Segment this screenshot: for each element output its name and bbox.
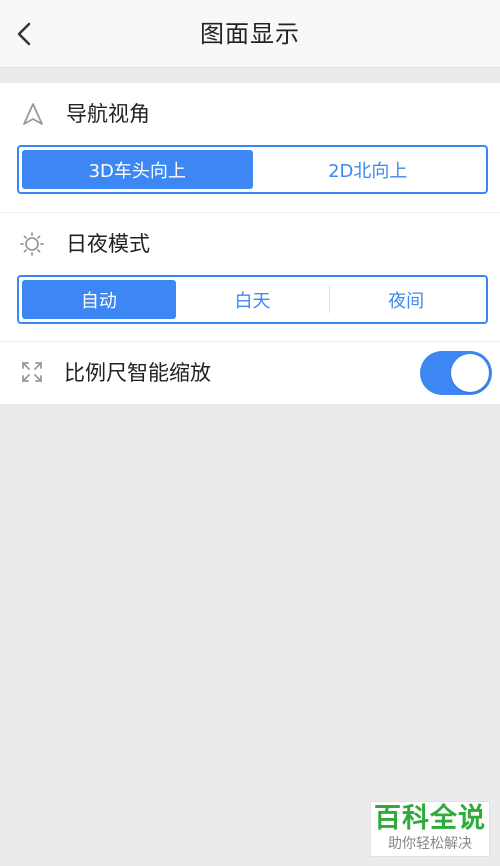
day-night-selector: 自动 白天 夜间 [17,275,488,324]
watermark-title: 百科全说 [374,803,486,834]
nav-angle-option-3d[interactable]: 3D车头向上 [22,150,253,189]
watermark-logo: 百科全说 助你轻松解决 [370,801,490,857]
nav-angle-option-2d[interactable]: 2D北向上 [253,150,484,189]
day-night-option-auto[interactable]: 自动 [22,280,176,319]
sun-icon [20,232,44,256]
page-title: 图面显示 [200,20,300,48]
navigation-arrow-icon [23,103,43,125]
settings-panel: 导航视角 3D车头向上 2D北向上 日夜模式 自动 白天 夜间 比例尺智能缩放 [0,83,500,404]
nav-angle-title: 导航视角 [66,102,150,126]
divider [0,194,500,213]
top-bar: 图面显示 [0,0,500,68]
scale-zoom-row: 比例尺智能缩放 [0,342,500,404]
toggle-knob [451,354,489,392]
scale-zoom-label: 比例尺智能缩放 [64,361,211,385]
day-night-option-day[interactable]: 白天 [176,280,330,319]
watermark-subtitle: 助你轻松解决 [388,836,472,852]
nav-angle-selector: 3D车头向上 2D北向上 [17,145,488,194]
expand-icon [22,362,42,382]
day-night-option-night[interactable]: 夜间 [329,280,483,319]
day-night-header: 日夜模式 [0,213,500,275]
scale-zoom-toggle[interactable] [420,351,492,395]
divider [0,324,500,342]
nav-angle-header: 导航视角 [0,83,500,145]
day-night-title: 日夜模式 [66,232,150,256]
